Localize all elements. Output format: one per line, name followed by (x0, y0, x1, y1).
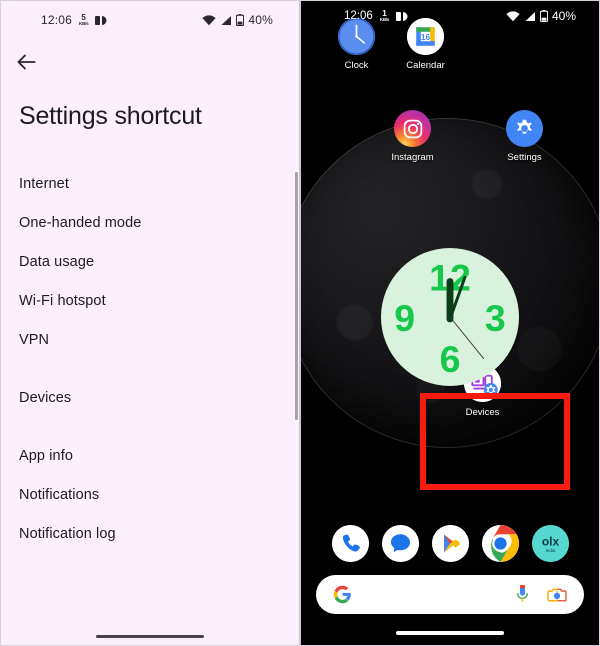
app-label: Clock (344, 60, 369, 71)
home-dock: olx India (300, 525, 600, 562)
calendar-date-number: 16 (421, 32, 431, 42)
list-item-label: Notification log (19, 525, 116, 542)
list-item-label: VPN (19, 331, 50, 348)
instagram-camera-glyph (403, 119, 422, 138)
list-item-notification-log[interactable]: Notification log (0, 514, 300, 553)
google-g-icon (333, 585, 351, 604)
dock-item-chrome[interactable] (481, 525, 519, 562)
google-search-bar[interactable] (316, 575, 584, 614)
microphone-icon[interactable] (515, 584, 530, 605)
phone-icon (331, 525, 369, 562)
list-item-data-usage[interactable]: Data usage (0, 242, 300, 281)
app-label: Calendar (406, 60, 445, 71)
right-status-bar-left-group: 12:06 1 KB/s (344, 8, 411, 23)
clock-numeral-6: 6 (440, 338, 461, 380)
battery-icon (539, 10, 548, 22)
panel-divider (299, 0, 301, 646)
app-settings[interactable]: Settings (490, 110, 559, 163)
dnd-pause-icon (95, 15, 107, 25)
left-status-bar-left-group: 12:06 5 KB/s (41, 13, 110, 27)
list-item-label: Wi-Fi hotspot (19, 292, 106, 309)
app-label: Instagram (391, 152, 434, 163)
olx-wordmark: olx (541, 534, 559, 548)
list-scrollbar[interactable] (295, 172, 298, 420)
status-time: 12:06 (344, 10, 373, 22)
settings-shortcut-list: Internet One-handed mode Data usage Wi-F… (0, 164, 300, 553)
dock-item-olx[interactable]: olx India (531, 525, 569, 562)
dock-item-phone[interactable] (331, 525, 369, 562)
settings-shortcut-panel: 12:06 5 KB/s 40% Settings shortcut Inter… (0, 0, 300, 646)
devices-highlight-rectangle (420, 393, 570, 490)
wifi-icon (506, 10, 520, 21)
instagram-app-icon (394, 110, 431, 147)
gesture-nav-pill[interactable] (396, 631, 504, 635)
olx-icon: olx India (531, 525, 569, 562)
left-status-bar-right-group: 40% (202, 13, 273, 27)
battery-percent-label: 40% (248, 13, 273, 27)
battery-percent-label: 40% (551, 9, 576, 23)
left-status-bar: 12:06 5 KB/s 40% (0, 0, 300, 40)
list-item-label: One-handed mode (19, 214, 142, 231)
status-time: 12:06 (41, 13, 73, 27)
dnd-pause-icon (396, 11, 408, 21)
google-lens-camera-icon[interactable] (547, 585, 567, 605)
right-status-bar-right-group: 40% (506, 9, 576, 23)
dual-screenshot-container: 12:06 5 KB/s 40% Settings shortcut Inter… (0, 0, 600, 646)
battery-icon (236, 14, 245, 26)
list-item-label: Notifications (19, 486, 100, 503)
list-item-notifications[interactable]: Notifications (0, 475, 300, 514)
data-speed-icon: 5 KB/s (79, 12, 89, 26)
analog-clock-widget[interactable]: 12 3 6 9 (381, 248, 519, 386)
dock-item-play-store[interactable] (431, 525, 469, 562)
list-item-label: Data usage (19, 253, 95, 270)
gesture-nav-pill[interactable] (96, 634, 204, 638)
list-item-label: App info (19, 447, 74, 464)
list-item-app-info[interactable]: App info (0, 436, 300, 475)
back-arrow-icon[interactable] (13, 49, 39, 75)
wifi-icon (202, 14, 216, 25)
gear-icon (517, 119, 532, 134)
home-app-row-2: Instagram Settings (378, 110, 559, 163)
settings-gear-app-icon (506, 110, 543, 147)
olx-subtext: India (545, 548, 555, 553)
dock-item-messages[interactable] (381, 525, 419, 562)
list-item-internet[interactable]: Internet (0, 164, 300, 203)
messages-icon (381, 525, 419, 562)
android-home-screen-panel: 12:06 1 KB/s 40% Clock 16 Calendar Insta… (300, 0, 600, 646)
signal-icon (221, 15, 232, 25)
list-item-devices[interactable]: Devices (0, 378, 300, 417)
list-item-vpn[interactable]: VPN (0, 320, 300, 359)
signal-icon (525, 11, 535, 21)
data-speed-icon: 1 KB/s (379, 8, 390, 22)
clock-numeral-9: 9 (394, 297, 415, 339)
list-item-wifi-hotspot[interactable]: Wi-Fi hotspot (0, 281, 300, 320)
list-item-label: Internet (19, 175, 69, 192)
app-label: Settings (507, 152, 542, 163)
app-instagram[interactable]: Instagram (378, 110, 447, 163)
right-status-bar: 12:06 1 KB/s 40% (300, 0, 600, 32)
analog-clock-face: 12 3 6 9 (381, 248, 519, 386)
list-item-one-handed-mode[interactable]: One-handed mode (0, 203, 300, 242)
chrome-icon (481, 525, 519, 562)
list-item-label: Devices (19, 389, 72, 406)
clock-numeral-3: 3 (485, 297, 506, 339)
back-button-row (0, 40, 300, 84)
page-title: Settings shortcut (19, 102, 202, 130)
play-store-icon (431, 525, 469, 562)
